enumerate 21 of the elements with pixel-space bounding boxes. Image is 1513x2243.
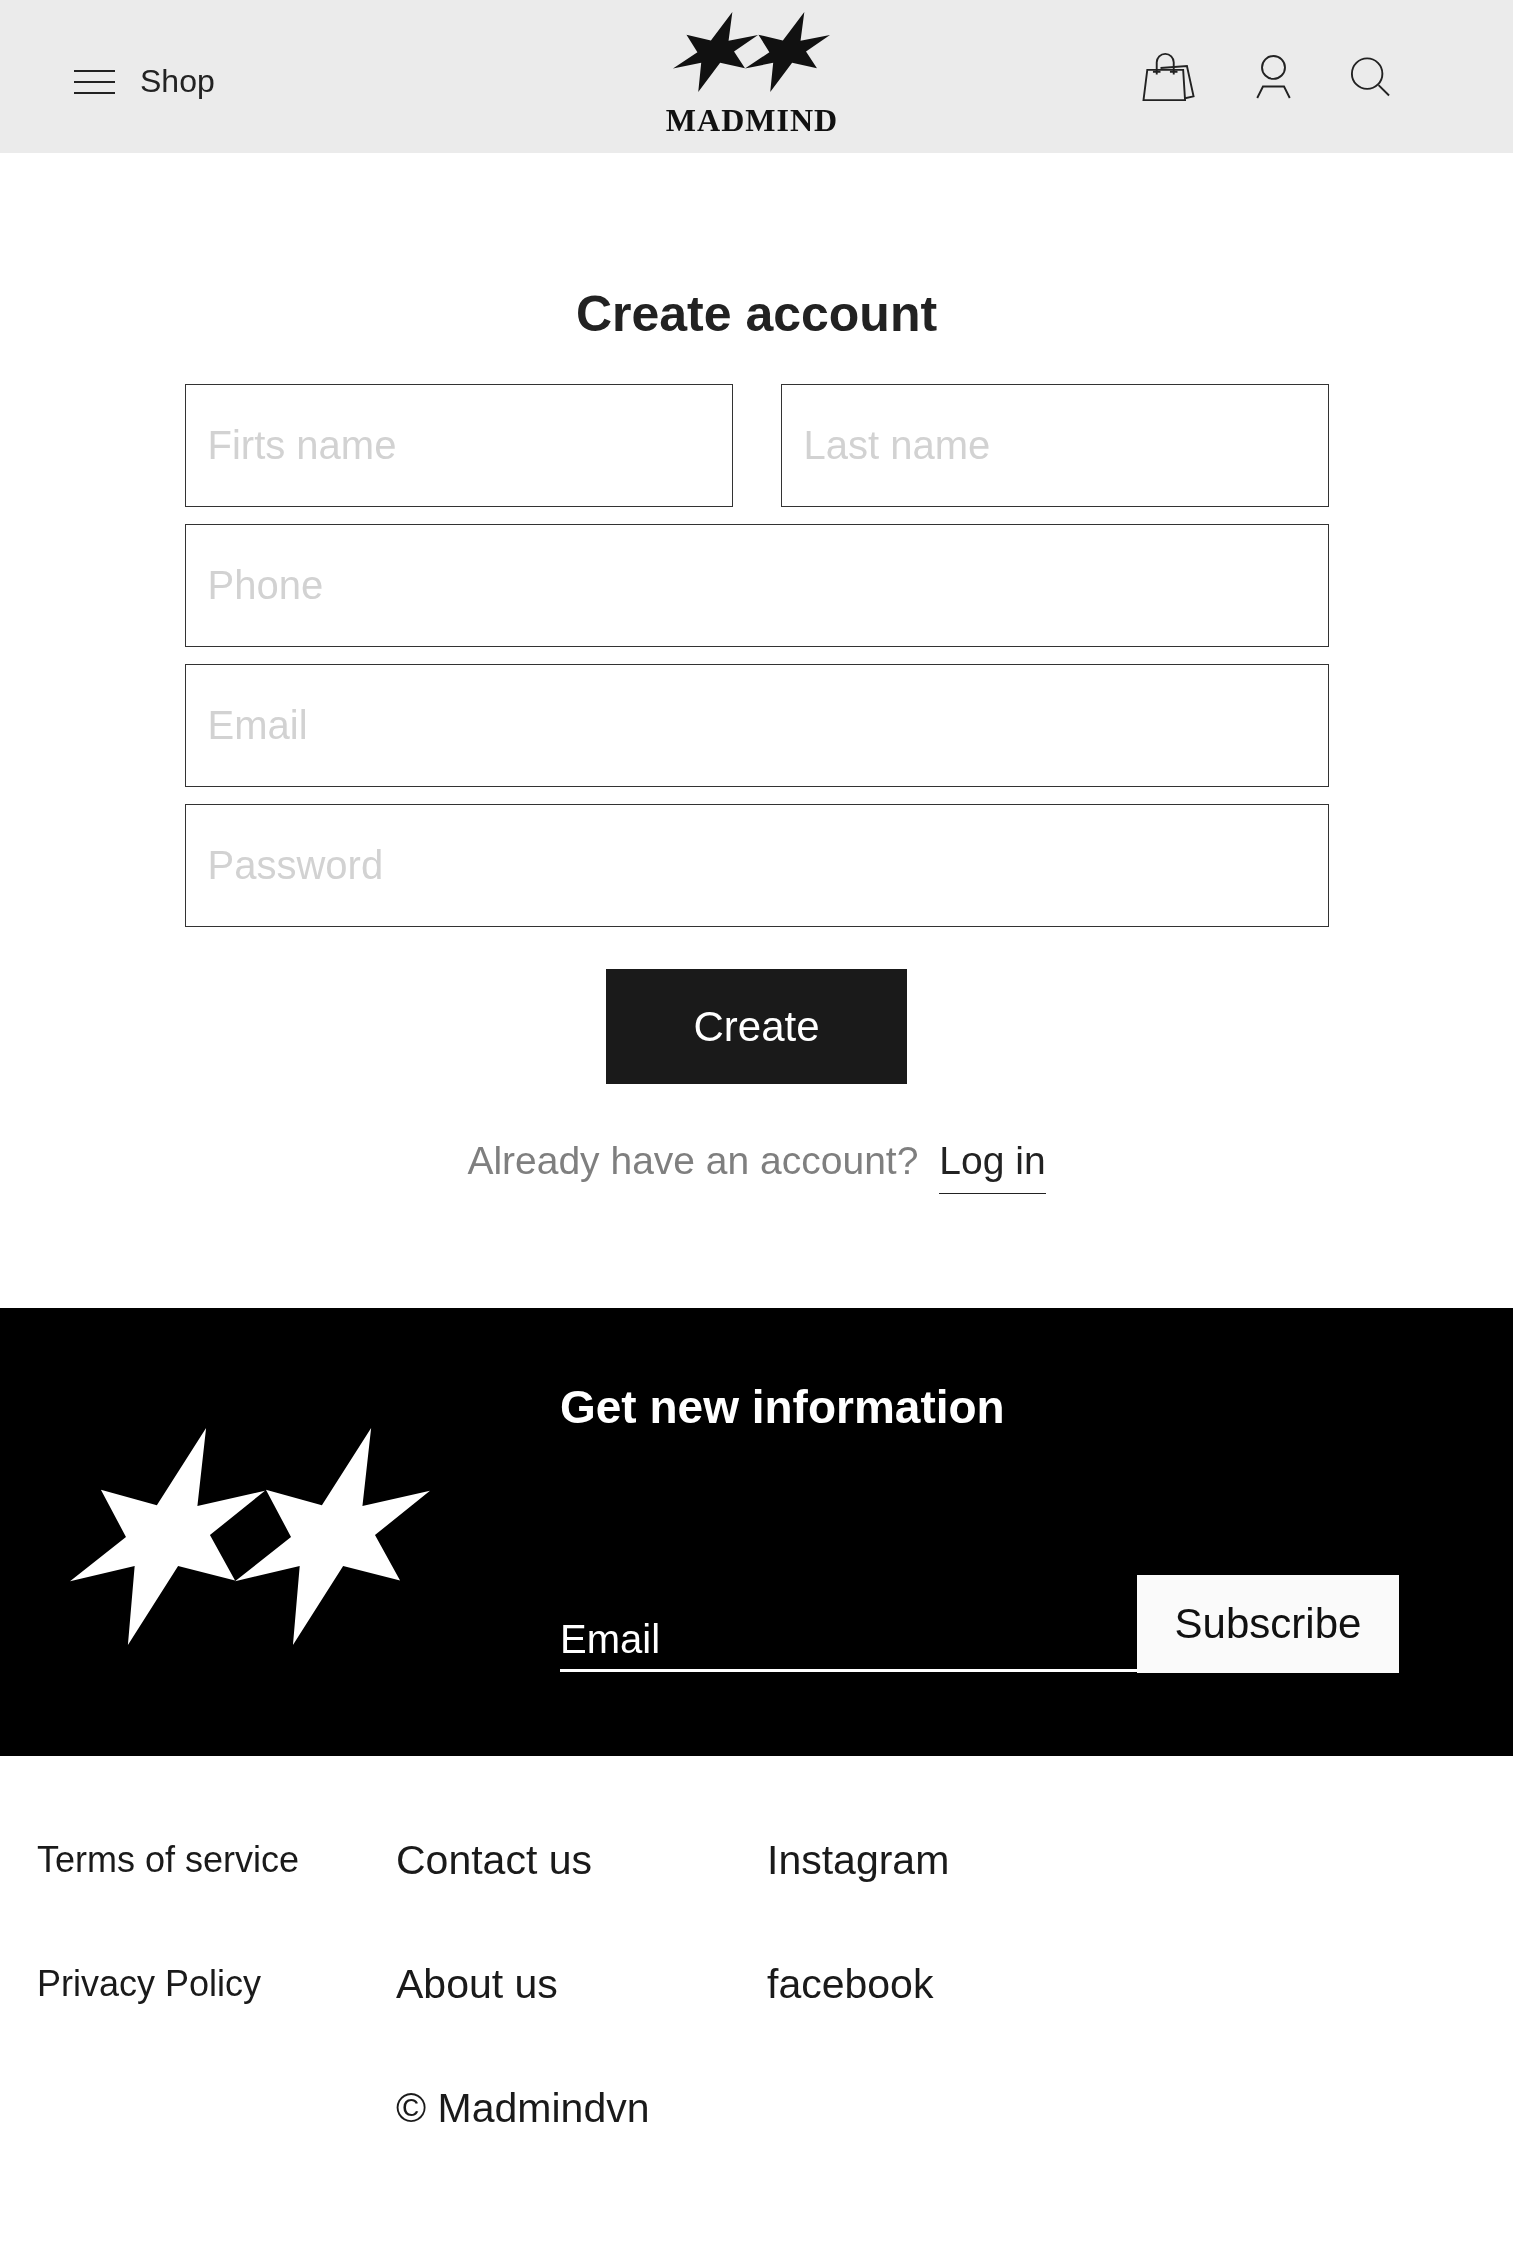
- copyright-text: © Madmindvn: [396, 2084, 650, 2132]
- footer-link[interactable]: Privacy Policy: [37, 1963, 262, 2005]
- footer-link[interactable]: About us: [396, 1960, 558, 2008]
- create-button[interactable]: Create: [606, 969, 907, 1084]
- newsletter-title: Get new information: [560, 1380, 1006, 1435]
- shopping-bag-icon[interactable]: [1141, 51, 1197, 102]
- footer-link[interactable]: Contact us: [396, 1836, 592, 1884]
- page-title: Create account: [574, 285, 939, 344]
- login-prompt: Already have an account?: [467, 1138, 919, 1184]
- brand-name[interactable]: MADMIND: [665, 106, 839, 134]
- menu-icon: [74, 69, 115, 94]
- footer-link[interactable]: facebook: [767, 1960, 934, 2008]
- user-icon[interactable]: [1255, 54, 1292, 99]
- footer-link[interactable]: Terms of service: [37, 1839, 300, 1881]
- search-icon[interactable]: [1350, 56, 1390, 97]
- login-link[interactable]: Log in: [939, 1138, 1046, 1194]
- subscribe-button[interactable]: Subscribe: [1137, 1575, 1399, 1673]
- shop-menu-button[interactable]: Shop: [74, 63, 215, 100]
- email-field[interactable]: Email: [560, 1609, 1137, 1672]
- stars-logo-icon[interactable]: [673, 12, 831, 92]
- footer-link[interactable]: Instagram: [767, 1836, 950, 1884]
